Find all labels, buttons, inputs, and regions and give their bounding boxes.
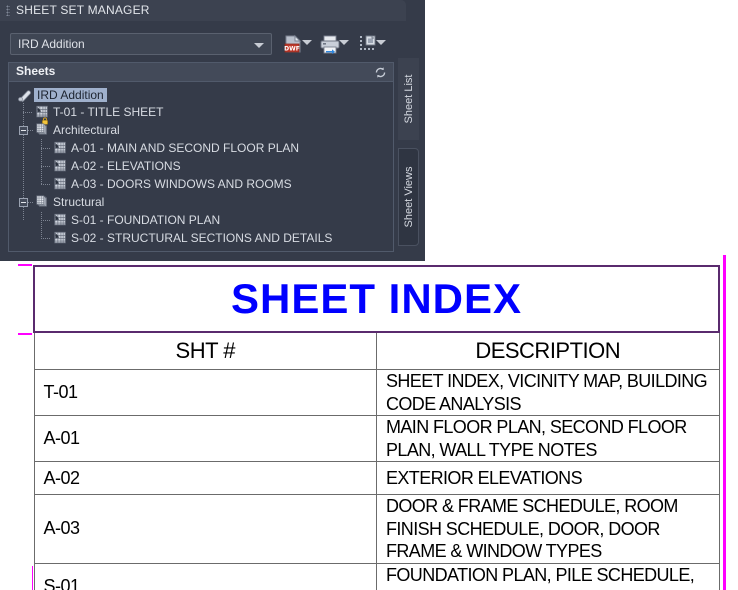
sheet-index-header-row: SHT # DESCRIPTION [33,331,720,370]
chevron-down-icon[interactable] [254,43,264,48]
sheet-icon [53,141,68,155]
sheet-description: SHEET INDEX, VICINITY MAP, BUILDING CODE… [386,371,708,414]
refresh-sync-icon[interactable] [374,66,387,79]
subset-folder-icon [35,123,50,137]
cell-description: EXTERIOR ELEVATIONS [376,461,720,495]
viewport-tick-top [18,264,32,266]
tree-item-a-03[interactable]: A-03 - DOORS WINDOWS AND ROOMS [71,177,292,191]
tab-sheet-list[interactable]: Sheet List [398,58,419,140]
palette-title: SHEET SET MANAGER [16,3,150,17]
subset-folder-icon [35,195,50,209]
tree-connector-line [28,202,34,203]
page-title: SHEET INDEX [230,275,523,322]
cell-sht: T-01 [33,369,377,416]
cell-description: DOOR & FRAME SCHEDULE, ROOM FINISH SCHED… [376,494,720,564]
publish-dropdown-arrow[interactable] [339,40,349,45]
sheets-header-bar [8,62,394,82]
sheet-number: A-02 [43,467,81,488]
cell-description: MAIN FLOOR PLAN, SECOND FLOOR PLAN, WALL… [376,415,720,462]
tree-connector-line [41,212,42,240]
tree-connector-line [23,133,24,221]
table-row[interactable]: S-01 FOUNDATION PLAN, PILE SCHEDULE, PILE… [33,562,720,590]
cell-sht: A-02 [33,461,377,495]
table-row[interactable]: T-01 SHEET INDEX, VICINITY MAP, BUILDING … [33,369,720,416]
tab-sheet-views-label: Sheet Views [402,166,415,228]
sheet-icon [53,177,68,191]
table-row[interactable]: A-03 DOOR & FRAME SCHEDULE, ROOM FINISH S… [33,494,720,564]
tree-connector-line [41,139,42,185]
sheet-index-title-row: SHEET INDEX [33,265,720,333]
publish-to-dwf-dropdown-arrow[interactable] [302,40,312,45]
sheet-set-combo-value: IRD Addition [18,37,85,51]
sheets-header-label: Sheets [16,64,56,78]
viewport-boundary-right [723,255,726,590]
sheet-description: EXTERIOR ELEVATIONS [386,467,583,488]
sheet-set-roll-icon [17,88,32,103]
sheet-set-manager-palette[interactable]: SHEET SET MANAGER IRD Addition DWF Sheet… [0,0,425,261]
cell-sht: S-01 [33,562,377,590]
tree-item-a-01[interactable]: A-01 - MAIN AND SECOND FLOOR PLAN [71,141,299,155]
sheet-icon [53,213,68,227]
tree-expander-structural[interactable] [19,198,28,207]
cell-sht: A-01 [33,415,377,462]
sheet-description: MAIN FLOOR PLAN, SECOND FLOOR PLAN, WALL… [386,417,687,460]
sheet-set-details-dropdown-arrow[interactable] [376,40,386,45]
sheet-number: A-01 [43,428,81,448]
grip-dots-icon[interactable] [6,5,10,16]
lock-icon [41,112,49,125]
sheet-index-table[interactable]: SHEET INDEX SHT # DESCRIPTION T-01 SHEET … [33,265,720,590]
tree-item-s-01[interactable]: S-01 - FOUNDATION PLAN [71,213,220,227]
tree-item-a-02[interactable]: A-02 - ELEVATIONS [71,159,181,173]
tree-item-architectural[interactable]: Architectural [53,123,120,137]
sheet-description: FOUNDATION PLAN, PILE SCHEDULE, PILE TYP… [386,564,695,590]
viewport-tick-mid [18,333,32,335]
svg-text:DWF: DWF [284,46,300,53]
cell-description: FOUNDATION PLAN, PILE SCHEDULE, PILE TYP… [376,562,720,590]
column-header-sht: SHT # [33,331,377,370]
cell-sht: A-03 [33,494,377,564]
sheet-number: T-01 [43,382,79,402]
sheet-icon [53,231,68,245]
tree-connector-line [41,166,51,167]
column-header-description: DESCRIPTION [376,331,720,370]
tree-connector-line [41,238,51,239]
sheet-icon [53,159,68,173]
autocad-screen: SHEET INDEX SHT # DESCRIPTION T-01 SHEET … [0,0,738,590]
sheet-number: S-01 [43,575,81,590]
tree-item-ird-addition[interactable]: IRD Addition [34,88,107,102]
tab-sheet-list-label: Sheet List [402,74,415,124]
tree-connector-line [23,112,33,113]
tab-sheet-views[interactable]: Sheet Views [398,148,419,246]
sheet-description: DOOR & FRAME SCHEDULE, ROOM FINISH SCHED… [386,496,678,561]
sheet-index-title-cell: SHEET INDEX [33,265,720,333]
tree-connector-line [41,184,51,185]
tree-expander-architectural[interactable] [19,126,28,135]
sheet-number: A-03 [43,518,81,539]
tree-connector-line [28,130,34,131]
cell-description: SHEET INDEX, VICINITY MAP, BUILDING CODE… [376,369,720,416]
table-row[interactable]: A-02 EXTERIOR ELEVATIONS [33,461,720,495]
table-row[interactable]: A-01 MAIN FLOOR PLAN, SECOND FLOOR PLAN, … [33,415,720,462]
tree-connector-line [41,220,51,221]
tree-connector-line [23,103,24,128]
sheet-set-combo[interactable]: IRD Addition [10,33,272,55]
tree-item-s-02[interactable]: S-02 - STRUCTURAL SECTIONS AND DETAILS [71,231,332,245]
tree-item-t-01[interactable]: T-01 - TITLE SHEET [53,105,163,119]
tree-item-structural[interactable]: Structural [53,195,104,209]
tree-connector-line [41,148,51,149]
